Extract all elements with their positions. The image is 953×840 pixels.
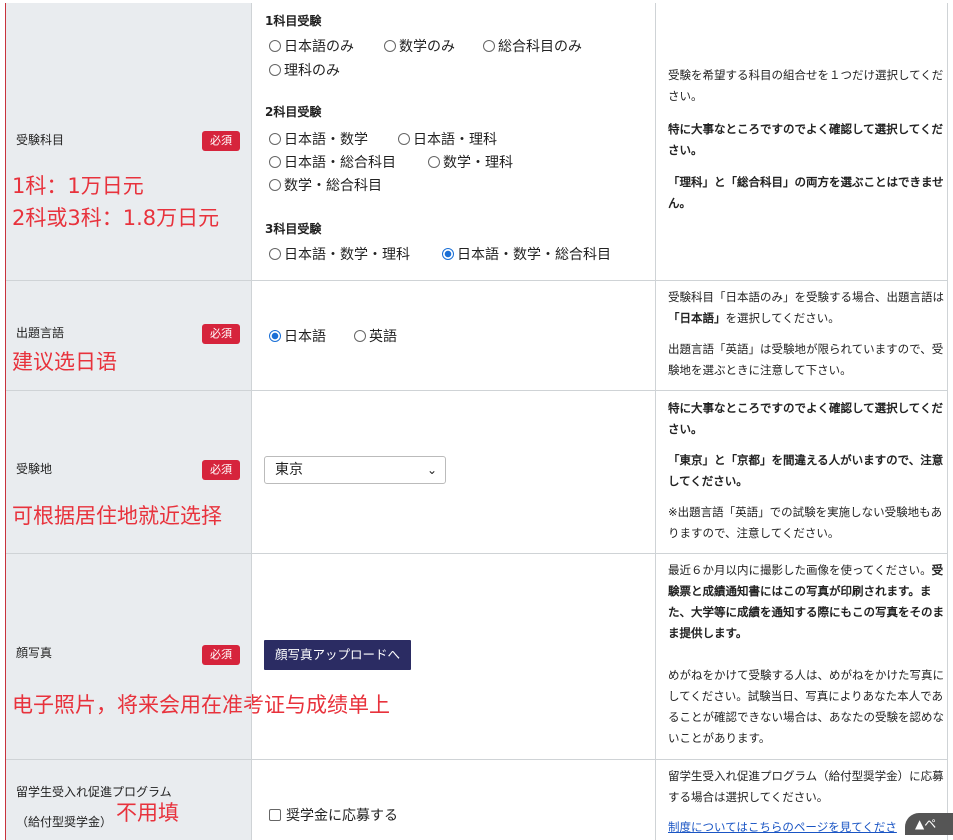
radio-circle[interactable] [428,156,440,168]
radio-jp-science[interactable]: 日本語・理科 [398,129,497,149]
required-badge: 必須 [202,324,240,344]
radio-circle[interactable] [483,40,495,52]
annotation: 1科：1万日元 [12,174,144,198]
radio-math-general[interactable]: 数学・総合科目 [269,175,382,195]
note-cell: 最近６か月以内に撮影した画像を使ってください。受験票と成績通知書にはこの写真が印… [655,554,948,759]
input-cell: 顔写真アップロードへ [251,554,655,759]
field-label: 顔写真 [16,646,53,660]
label-cell: 留学生受入れ促進プログラム （給付型奨学金） 不用填 [6,760,251,840]
note-text: めがねをかけて受験する人は、めがねをかけた写真にしてください。試験当日、写真によ… [668,668,944,745]
required-badge: 必須 [202,131,240,151]
group-heading: 1科目受験 [265,14,322,28]
radio-japanese-only[interactable]: 日本語のみ [269,36,354,56]
select-value: 東京 [275,462,303,478]
radio-circle[interactable] [269,156,281,168]
radio-circle[interactable] [354,330,366,342]
note-bold: 「東京」と「京都」を間違える人がいますので、注意してください。 [668,453,944,488]
note-text: 出題言語「英語」は受験地が限られていますので、受験地を選ぶときに注意して下さい。 [668,342,944,377]
radio-circle[interactable] [269,248,281,260]
note-text: 最近６か月以内に撮影した画像を使ってください。受験票と成績通知書にはこの写真が印… [668,563,944,640]
scholarship-checkbox[interactable]: 奨学金に応募する [269,805,398,825]
page-top-button[interactable]: ▲ペ [905,813,953,835]
radio-jp-math-general[interactable]: 日本語・数学・総合科目 [442,244,611,264]
input-cell: 日本語 英語 [251,281,655,390]
input-cell: 1科目受験 日本語のみ 数学のみ 総合科目のみ 理科のみ 2科目受験 日本語・数… [251,3,655,280]
radio-circle[interactable] [269,40,281,52]
label-cell: 顔写真 必須 电子照片，将来会用在准考证与成绩单上 [6,554,390,759]
note-bold: 特に大事なところですのでよく確認して選択してください。 [668,122,943,157]
field-label: 受験地 [16,462,53,476]
row-photo: 顔写真 必須 电子照片，将来会用在准考证与成绩单上 顔写真アップロードへ 最近６… [6,554,948,760]
note-cell: 特に大事なところですのでよく確認して選択してください。 「東京」と「京都」を間違… [655,391,948,553]
label-cell: 出題言語 必須 建议选日语 [6,281,251,390]
radio-circle[interactable] [269,64,281,76]
note-bold: 特に大事なところですのでよく確認して選択してください。 [668,401,943,436]
radio-circle-selected[interactable] [442,248,454,260]
radio-jp-general[interactable]: 日本語・総合科目 [269,152,396,172]
group-heading: 3科目受験 [265,222,322,236]
annotation: 不用填 [116,801,179,825]
note-bold: 「理科」と「総合科目」の両方を選ぶことはできません。 [668,175,944,210]
application-form-table: 受験科目 必須 1科：1万日元 2科或3科：1.8万日元 1科目受験 日本語のみ… [5,3,948,840]
field-label: 出題言語 [16,326,65,340]
radio-general-only[interactable]: 総合科目のみ [483,36,582,56]
radio-math-science[interactable]: 数学・理科 [428,152,513,172]
radio-jp-math-science[interactable]: 日本語・数学・理科 [269,244,410,264]
input-cell: 東京 ⌄ [251,391,655,553]
row-location: 受験地 必須 可根据居住地就近选择 東京 ⌄ 特に大事なところですのでよく確認し… [6,391,948,554]
annotation: 建议选日语 [12,350,117,374]
radio-language-english[interactable]: 英語 [354,326,397,346]
radio-circle[interactable] [384,40,396,52]
label-cell: 受験科目 必須 1科：1万日元 2科或3科：1.8万日元 [6,3,251,280]
note-text: 受験科目「日本語のみ」を受験する場合、出題言語は「日本語」を選択してください。 [668,290,944,325]
note-text: ※出題言語「英語」での試験を実施しない受験地もありますので、注意してください。 [668,505,943,540]
field-label: 受験科目 [16,133,65,147]
required-badge: 必須 [202,645,240,665]
annotation: 2科或3科：1.8万日元 [12,206,220,230]
input-cell: 奨学金に応募する [251,760,655,840]
required-badge: 必須 [202,460,240,480]
radio-science-only[interactable]: 理科のみ [269,60,340,80]
note-text: 受験を希望する科目の組合せを１つだけ選択してください。 [668,68,944,103]
radio-circle-selected[interactable] [269,330,281,342]
radio-jp-math[interactable]: 日本語・数学 [269,129,368,149]
location-select[interactable]: 東京 ⌄ [264,456,446,484]
annotation: 可根据居住地就近选择 [12,504,222,528]
radio-circle[interactable] [269,133,281,145]
checkbox-box[interactable] [269,809,281,821]
note-cell: 受験を希望する科目の組合せを１つだけ選択してください。 特に大事なところですので… [655,3,948,280]
label-cell: 受験地 必須 可根据居住地就近选择 [6,391,251,553]
row-scholarship: 留学生受入れ促進プログラム （給付型奨学金） 不用填 奨学金に応募する 留学生受… [6,760,948,840]
field-label: （給付型奨学金） [16,815,113,829]
chevron-down-icon: ⌄ [426,463,437,477]
photo-upload-button[interactable]: 顔写真アップロードへ [264,640,411,670]
group-heading: 2科目受験 [265,105,322,119]
row-subject: 受験科目 必須 1科：1万日元 2科或3科：1.8万日元 1科目受験 日本語のみ… [6,3,948,281]
radio-circle[interactable] [398,133,410,145]
radio-language-japanese[interactable]: 日本語 [269,326,326,346]
radio-circle[interactable] [269,179,281,191]
radio-math-only[interactable]: 数学のみ [384,36,455,56]
note-text: 留学生受入れ促進プログラム（給付型奨学金）に応募する場合は選択してください。 [668,769,944,804]
note-cell: 受験科目「日本語のみ」を受験する場合、出題言語は「日本語」を選択してください。 … [655,281,948,390]
row-language: 出題言語 必須 建议选日语 日本語 英語 受験科目「日本語のみ」を受験する場合、… [6,281,948,391]
